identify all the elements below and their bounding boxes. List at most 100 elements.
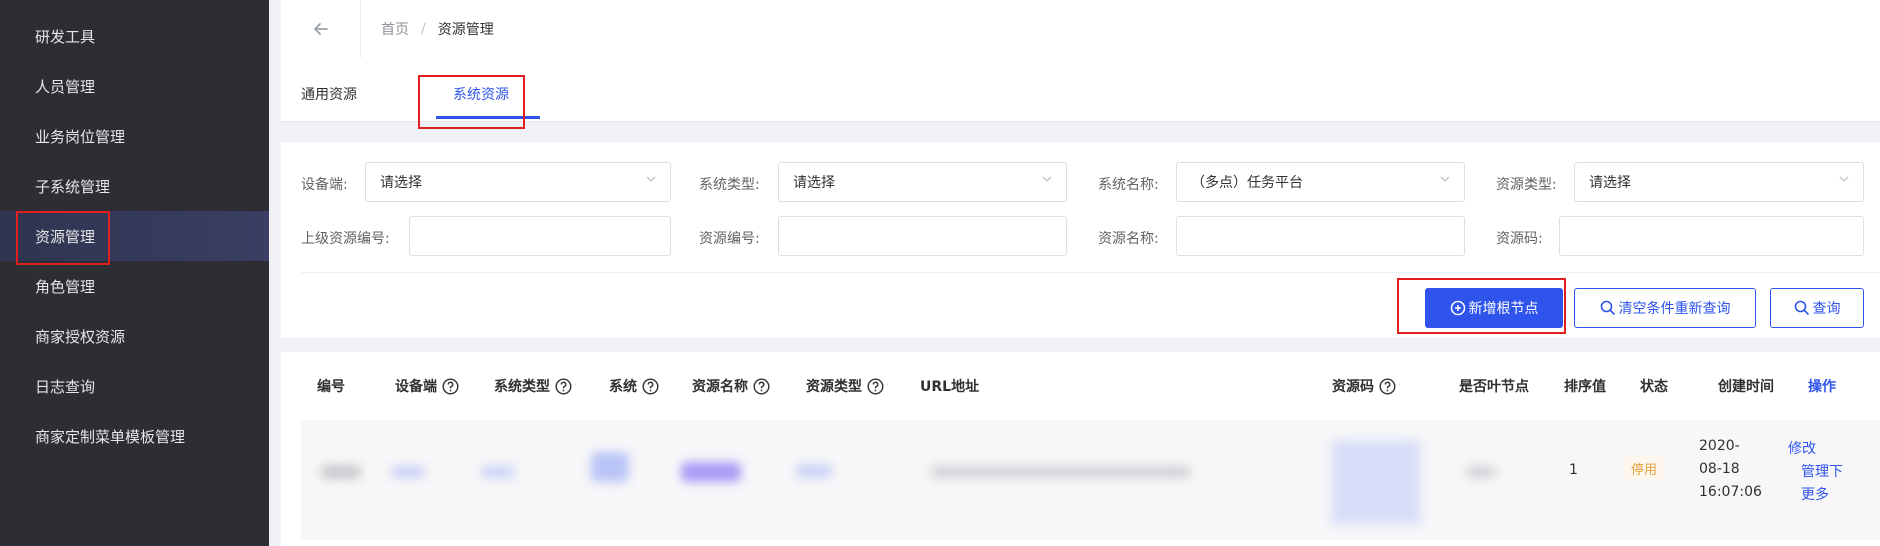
- system-type-select[interactable]: 请选择: [778, 162, 1067, 202]
- chevron-down-icon: [1839, 176, 1849, 182]
- column-header-url: URL地址: [920, 376, 979, 396]
- resource-type-select-value: 请选择: [1589, 175, 1631, 191]
- manage-sub-link[interactable]: 管理下: [1801, 461, 1843, 481]
- column-header-label: 系统类型: [494, 379, 550, 395]
- add-root-node-button[interactable]: 新增根节点: [1425, 288, 1563, 328]
- column-header-label: 编号: [317, 379, 345, 395]
- column-header-is-leaf: 是否叶节点: [1459, 376, 1529, 396]
- column-header-label: 排序值: [1564, 379, 1606, 395]
- sidebar-item-subsystem[interactable]: 子系统管理: [0, 161, 269, 211]
- system-name-select[interactable]: （多点）任务平台: [1176, 162, 1465, 202]
- resource-code-label: 资源码:: [1496, 231, 1543, 247]
- column-header-resource-name: 资源名称: [692, 376, 770, 396]
- created-date-year: 2020-: [1699, 438, 1740, 454]
- column-header-status: 状态: [1640, 376, 1668, 396]
- resource-table: 编号 设备端 系统类型 系统 资源名称 资源类型 URL地址 资源码 是否叶节点…: [281, 352, 1880, 546]
- search-icon: [1600, 300, 1615, 316]
- parent-code-input[interactable]: [409, 216, 671, 256]
- blurred-cell: [1331, 440, 1421, 525]
- resource-no-input[interactable]: [778, 216, 1067, 256]
- blurred-cell: [931, 466, 1191, 478]
- tab-common-resource[interactable]: 通用资源: [301, 84, 357, 104]
- sidebar-item-log[interactable]: 日志查询: [0, 361, 269, 411]
- plus-circle-icon: [1450, 300, 1465, 316]
- blurred-cell: [796, 464, 832, 478]
- filter-panel: 设备端: 请选择 系统类型: 请选择 系统名称: （多点）任务平台 资源类型: …: [281, 142, 1880, 338]
- system-name-select-value: （多点）任务平台: [1191, 175, 1303, 191]
- edit-link[interactable]: 修改: [1788, 438, 1816, 458]
- clear-and-query-button[interactable]: 清空条件重新查询: [1574, 288, 1756, 328]
- system-type-label: 系统类型:: [699, 177, 760, 193]
- resource-type-label: 资源类型:: [1496, 177, 1557, 193]
- column-header-label: 资源名称: [692, 379, 748, 395]
- breadcrumb-current: 资源管理: [437, 22, 494, 38]
- column-header-created-time: 创建时间: [1718, 376, 1774, 396]
- blurred-cell: [321, 465, 361, 479]
- sidebar-item-staff[interactable]: 人员管理: [0, 61, 269, 111]
- device-label: 设备端:: [301, 177, 348, 193]
- question-circle-icon[interactable]: [1379, 377, 1396, 395]
- status-badge: 停用: [1624, 456, 1665, 481]
- question-circle-icon[interactable]: [442, 377, 459, 395]
- blurred-cell: [481, 466, 515, 478]
- back-button[interactable]: [281, 0, 361, 58]
- sort-value: 1: [1569, 462, 1578, 478]
- resource-code-input[interactable]: [1559, 216, 1864, 256]
- resource-type-select[interactable]: 请选择: [1574, 162, 1864, 202]
- sidebar-item-label: 角色管理: [35, 277, 96, 296]
- blurred-cell: [681, 462, 741, 482]
- blurred-cell: [391, 466, 425, 478]
- sidebar-item-business-post[interactable]: 业务岗位管理: [0, 111, 269, 161]
- resource-name-input[interactable]: [1176, 216, 1465, 256]
- sidebar-item-dev-tools[interactable]: 研发工具: [0, 11, 269, 61]
- device-select[interactable]: 请选择: [365, 162, 671, 202]
- add-root-node-label: 新增根节点: [1468, 301, 1539, 317]
- breadcrumb-home[interactable]: 首页: [381, 19, 409, 39]
- query-button[interactable]: 查询: [1770, 288, 1864, 328]
- table-row: 1 停用 2020- 08-18 16:07:06 修改 管理下 更多: [301, 420, 1880, 540]
- column-header-label: 资源码: [1332, 379, 1374, 395]
- column-header-label: 系统: [609, 379, 637, 395]
- blurred-cell: [1466, 466, 1496, 478]
- filter-divider: [301, 272, 1880, 273]
- column-header-resource-code: 资源码: [1332, 376, 1396, 396]
- column-header-label: 创建时间: [1718, 379, 1774, 395]
- sidebar-item-resource[interactable]: 资源管理: [0, 211, 269, 261]
- sidebar-item-label: 研发工具: [35, 27, 96, 46]
- topbar: 首页 / 资源管理: [281, 0, 1880, 58]
- column-header-label: 资源类型: [806, 379, 862, 395]
- column-header-resource-type: 资源类型: [806, 376, 884, 396]
- column-header-label: 状态: [1640, 379, 1668, 395]
- chevron-down-icon: [1440, 176, 1450, 182]
- question-circle-icon[interactable]: [867, 377, 884, 395]
- tab-bar: 通用资源 系统资源: [281, 58, 1880, 122]
- question-circle-icon[interactable]: [753, 377, 770, 395]
- sidebar-item-label: 子系统管理: [35, 177, 111, 196]
- search-icon: [1794, 300, 1809, 316]
- parent-code-label: 上级资源编号:: [301, 231, 390, 247]
- tab-system-resource[interactable]: 系统资源: [453, 84, 509, 104]
- blurred-cell: [591, 452, 629, 482]
- main-area: 首页 / 资源管理 通用资源 系统资源 设备端: 请选择 系统类型: 请选择 系…: [269, 0, 1880, 546]
- sidebar-item-label: 日志查询: [35, 377, 96, 396]
- question-circle-icon[interactable]: [642, 377, 659, 395]
- column-header-label: URL地址: [920, 379, 980, 395]
- tab-active-indicator: [436, 116, 540, 119]
- breadcrumb: 首页 / 资源管理: [361, 19, 494, 39]
- column-header-id: 编号: [317, 376, 345, 396]
- chevron-down-icon: [1042, 176, 1052, 182]
- created-time: 16:07:06: [1699, 484, 1762, 500]
- more-link[interactable]: 更多: [1801, 484, 1829, 504]
- sidebar-item-role[interactable]: 角色管理: [0, 261, 269, 311]
- device-select-value: 请选择: [380, 175, 422, 191]
- question-circle-icon[interactable]: [555, 377, 572, 395]
- column-header-system-type: 系统类型: [494, 376, 572, 396]
- sidebar-item-merchant-menu-template[interactable]: 商家定制菜单模板管理: [0, 411, 269, 461]
- sidebar-item-merchant-auth[interactable]: 商家授权资源: [0, 311, 269, 361]
- column-header-label: 是否叶节点: [1459, 379, 1529, 395]
- sidebar-item-label: 商家授权资源: [35, 327, 126, 346]
- resource-no-label: 资源编号:: [699, 231, 760, 247]
- sidebar-item-label: 商家定制菜单模板管理: [35, 427, 186, 446]
- system-name-label: 系统名称:: [1098, 177, 1159, 193]
- chevron-down-icon: [646, 176, 656, 182]
